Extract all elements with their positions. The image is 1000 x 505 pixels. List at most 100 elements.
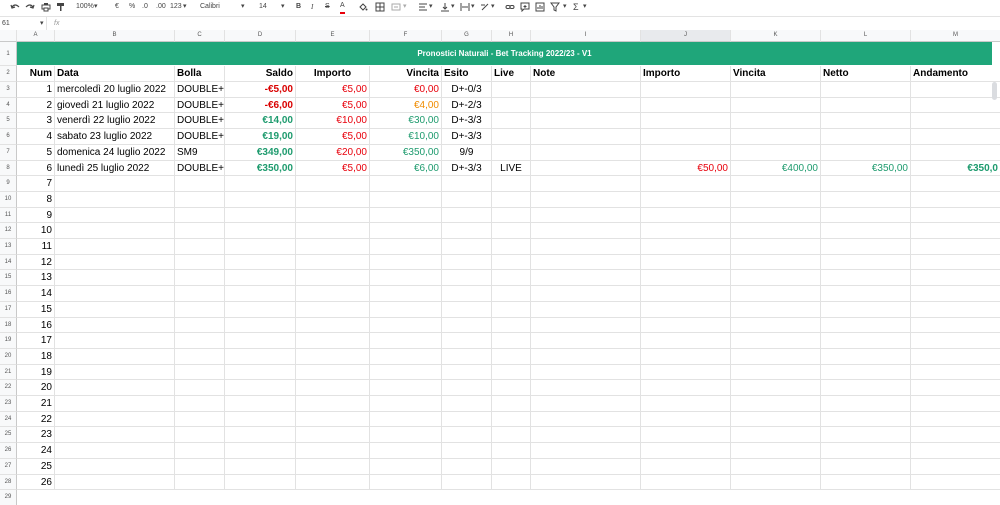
- cell-num[interactable]: 10: [17, 223, 55, 240]
- cell-empty[interactable]: [442, 270, 492, 287]
- cell-empty[interactable]: [370, 207, 442, 224]
- cell-importo[interactable]: €5,00: [296, 160, 370, 177]
- cell-empty[interactable]: [531, 239, 641, 255]
- cell-num[interactable]: 2: [17, 97, 55, 114]
- cell-empty[interactable]: [641, 443, 731, 459]
- cell-empty[interactable]: [175, 223, 225, 240]
- cell-empty[interactable]: [175, 458, 225, 475]
- cell-empty[interactable]: [731, 176, 821, 192]
- cell-esito[interactable]: D+-2/3: [442, 97, 492, 114]
- cell-empty[interactable]: [370, 458, 442, 475]
- row-header[interactable]: 8: [0, 160, 17, 177]
- cell-importo[interactable]: €5,00: [296, 129, 370, 145]
- cell-vincita2[interactable]: [731, 113, 821, 130]
- cell-andamento[interactable]: [911, 113, 1000, 130]
- cell-empty[interactable]: [296, 176, 370, 192]
- cell-num[interactable]: 18: [17, 348, 55, 365]
- cell-empty[interactable]: [492, 239, 531, 255]
- chart-icon[interactable]: [535, 2, 545, 12]
- cell-num[interactable]: 7: [17, 176, 55, 192]
- fill-color-icon[interactable]: [358, 2, 368, 12]
- cell-empty[interactable]: [370, 380, 442, 397]
- cell-empty[interactable]: [492, 223, 531, 240]
- cell-empty[interactable]: [175, 191, 225, 208]
- sheet-title-banner[interactable]: Pronostici Naturali - Bet Tracking 2022/…: [17, 42, 992, 66]
- cell-num[interactable]: 15: [17, 301, 55, 318]
- cell-bolla[interactable]: DOUBLE+: [175, 160, 225, 177]
- cell-empty[interactable]: [821, 223, 911, 240]
- cell-empty[interactable]: [731, 191, 821, 208]
- cell-empty[interactable]: [911, 223, 1000, 240]
- header-netto[interactable]: Netto: [821, 66, 911, 83]
- cell-empty[interactable]: [175, 254, 225, 271]
- column-header-a[interactable]: A: [17, 30, 55, 42]
- chevron-down-icon[interactable]: ▾: [583, 2, 587, 12]
- chevron-down-icon[interactable]: ▾: [429, 2, 433, 12]
- cell-empty[interactable]: [641, 364, 731, 381]
- cell-empty[interactable]: [821, 364, 911, 381]
- borders-icon[interactable]: [375, 2, 385, 12]
- cell-empty[interactable]: [641, 380, 731, 397]
- row-header[interactable]: 17: [0, 301, 17, 318]
- select-all-corner[interactable]: [0, 30, 17, 42]
- cell-importo2[interactable]: [641, 144, 731, 161]
- cell-empty[interactable]: [225, 333, 296, 349]
- cell-empty[interactable]: [641, 239, 731, 255]
- cell-andamento[interactable]: €350,0: [911, 161, 1000, 177]
- cell-empty[interactable]: [442, 191, 492, 208]
- cell-empty[interactable]: [641, 348, 731, 365]
- cell-empty[interactable]: [55, 333, 175, 349]
- cell-note[interactable]: [531, 129, 641, 145]
- cell-empty[interactable]: [492, 458, 531, 475]
- text-color-button[interactable]: A: [340, 2, 345, 14]
- cell-empty[interactable]: [911, 443, 1000, 459]
- header-andamento[interactable]: Andamento: [911, 66, 1000, 83]
- cell-empty[interactable]: [641, 396, 731, 412]
- cell-empty[interactable]: [55, 286, 175, 302]
- strikethrough-button[interactable]: S: [325, 2, 330, 12]
- cell-saldo[interactable]: -€6,00: [225, 97, 296, 114]
- cell-data[interactable]: giovedì 21 luglio 2022: [55, 97, 175, 114]
- cell-empty[interactable]: [442, 364, 492, 381]
- cell-empty[interactable]: [641, 427, 731, 444]
- cell-num[interactable]: 17: [17, 333, 55, 349]
- cell-empty[interactable]: [531, 317, 641, 334]
- cell-empty[interactable]: [821, 270, 911, 287]
- cell-empty[interactable]: [911, 176, 1000, 192]
- cell-empty[interactable]: [911, 192, 1000, 208]
- cell-empty[interactable]: [911, 208, 1000, 224]
- cell-netto[interactable]: [821, 129, 911, 145]
- cell-empty[interactable]: [225, 286, 296, 302]
- cell-vincita2[interactable]: [731, 144, 821, 161]
- cell-empty[interactable]: [492, 333, 531, 349]
- font-size-select[interactable]: 14: [259, 2, 267, 12]
- cell-empty[interactable]: [821, 348, 911, 365]
- text-wrap-icon[interactable]: [460, 2, 470, 12]
- cell-vincita2[interactable]: [731, 97, 821, 114]
- header-note[interactable]: Note: [531, 66, 641, 83]
- chevron-down-icon[interactable]: ▾: [563, 2, 567, 12]
- cell-empty[interactable]: [225, 191, 296, 208]
- row-header[interactable]: 20: [0, 348, 17, 365]
- cell-andamento[interactable]: [911, 129, 1000, 145]
- align-icon[interactable]: [418, 2, 428, 12]
- merge-cells-icon[interactable]: [391, 2, 401, 12]
- cell-empty[interactable]: [911, 333, 1000, 349]
- zoom-select[interactable]: 100%: [76, 2, 94, 12]
- cell-num[interactable]: 14: [17, 286, 55, 302]
- cell-empty[interactable]: [175, 239, 225, 255]
- row-header[interactable]: 19: [0, 333, 17, 349]
- cell-empty[interactable]: [531, 207, 641, 224]
- cell-empty[interactable]: [175, 270, 225, 287]
- cell-empty[interactable]: [442, 301, 492, 318]
- cell-empty[interactable]: [821, 458, 911, 475]
- column-header-c[interactable]: C: [175, 30, 225, 42]
- cell-empty[interactable]: [641, 270, 731, 287]
- row-header[interactable]: 2: [0, 66, 17, 83]
- cell-empty[interactable]: [731, 254, 821, 271]
- cell-importo2[interactable]: [641, 113, 731, 130]
- print-icon[interactable]: [41, 2, 51, 12]
- cell-empty[interactable]: [821, 317, 911, 334]
- row-header[interactable]: 18: [0, 317, 17, 334]
- column-header-f[interactable]: F: [370, 30, 442, 42]
